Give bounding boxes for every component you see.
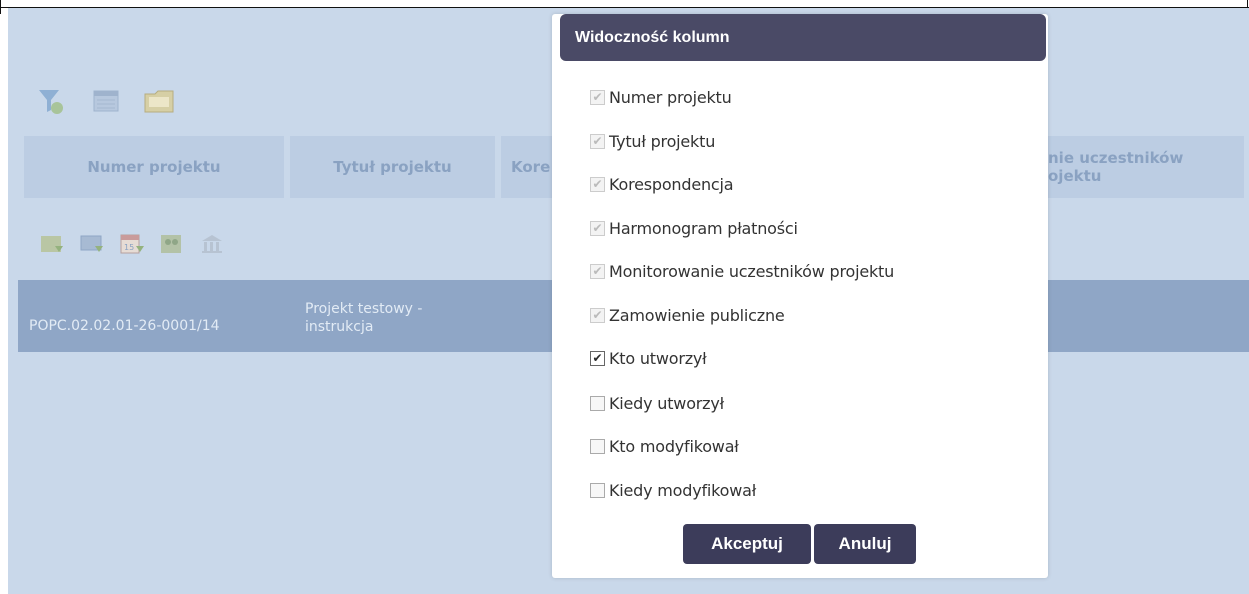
column-header-label-line1: nie uczestników xyxy=(1048,149,1184,167)
monitor-icon[interactable] xyxy=(78,230,106,258)
option-label: Numer projektu xyxy=(609,87,732,107)
column-visibility-dialog: Widoczność kolumn ✔ Numer projektu ✔ Tytuł … xyxy=(552,14,1048,578)
option-checkbox: ✔ xyxy=(590,176,605,192)
dialog-title: Widoczność kolumn xyxy=(575,28,730,46)
dialog-header: Widoczność kolumn xyxy=(560,14,1046,61)
bank-icon[interactable] xyxy=(198,230,226,258)
cancel-button-label: Anuluj xyxy=(838,534,892,553)
option-label: Zamowienie publiczne xyxy=(609,305,785,325)
column-header-label: Numer projektu xyxy=(87,158,221,176)
option-checkbox[interactable] xyxy=(590,482,605,498)
option-label: Monitorowanie uczestników projektu xyxy=(609,261,895,281)
svg-text:15: 15 xyxy=(124,243,134,252)
column-header-tytul[interactable]: Tytuł projektu xyxy=(290,136,495,198)
filter-icon[interactable] xyxy=(35,84,69,118)
option-label: Kiedy modyfikował xyxy=(609,480,757,500)
option-checkbox: ✔ xyxy=(590,307,605,323)
column-header-monitorowanie[interactable]: nie uczestników ojektu xyxy=(1048,136,1244,198)
column-option: ✔ Tytuł projektu xyxy=(590,129,715,153)
column-header-label-line2: ojektu xyxy=(1048,167,1102,185)
cell-tytul-projektu: Projekt testowy - instrukcja xyxy=(305,301,423,335)
cell-numer-projektu: POPC.02.02.01-26-0001/14 xyxy=(29,318,220,334)
column-option: ✔ Monitorowanie uczestników projektu xyxy=(590,259,894,283)
column-option: ✔ Numer projektu xyxy=(590,85,732,109)
column-option[interactable]: ✔ Kto utworzył xyxy=(590,346,707,370)
column-option[interactable]: Kiedy utworzył xyxy=(590,391,724,415)
option-checkbox: ✔ xyxy=(590,263,605,279)
column-header-numer[interactable]: Numer projektu xyxy=(24,136,284,198)
list-icon[interactable] xyxy=(89,84,123,118)
column-option: ✔ Harmonogram płatności xyxy=(590,216,798,240)
accept-button[interactable]: Akceptuj xyxy=(683,524,811,564)
accept-button-label: Akceptuj xyxy=(711,534,783,553)
option-label: Harmonogram płatności xyxy=(609,218,798,238)
column-option: ✔ Korespondencja xyxy=(590,172,734,196)
row-action-icons: 15 xyxy=(38,230,226,258)
option-checkbox[interactable] xyxy=(590,438,605,454)
option-label: Kiedy utworzył xyxy=(609,393,724,413)
column-header-label: Kore xyxy=(511,158,551,176)
folder-icon[interactable] xyxy=(143,84,177,118)
option-checkbox: ✔ xyxy=(590,220,605,236)
option-checkbox: ✔ xyxy=(590,89,605,105)
correspondence-icon[interactable] xyxy=(38,230,66,258)
participants-icon[interactable] xyxy=(158,230,186,258)
column-header-row: Numer projektu Tytuł projektu Kore xyxy=(24,136,587,198)
column-header-label: Tytuł projektu xyxy=(333,158,452,176)
option-label: Kto utworzył xyxy=(609,348,707,368)
left-rule xyxy=(0,0,1,14)
toolbar xyxy=(35,84,177,118)
option-checkbox[interactable] xyxy=(590,395,605,411)
option-label: Kto modyfikował xyxy=(609,436,739,456)
cancel-button[interactable]: Anuluj xyxy=(814,524,916,564)
column-option: ✔ Zamowienie publiczne xyxy=(590,303,785,327)
option-checkbox[interactable]: ✔ xyxy=(590,350,605,366)
option-checkbox: ✔ xyxy=(590,133,605,149)
column-option[interactable]: Kto modyfikował xyxy=(590,434,739,458)
option-label: Korespondencja xyxy=(609,174,734,194)
column-option[interactable]: Kiedy modyfikował xyxy=(590,478,756,502)
calendar-icon[interactable]: 15 xyxy=(118,230,146,258)
option-label: Tytuł projektu xyxy=(609,131,716,151)
